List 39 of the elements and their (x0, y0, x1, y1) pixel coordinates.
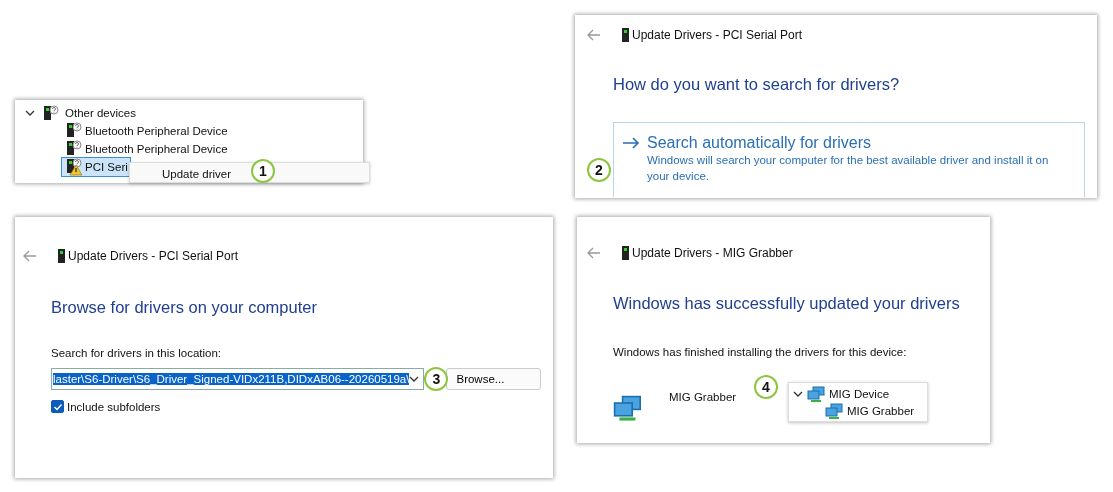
back-arrow-icon (587, 247, 601, 259)
page-heading: Windows has successfully updated your drivers (613, 294, 961, 313)
device-icon (619, 245, 629, 261)
tree-item[interactable]: MIG Device (829, 387, 890, 400)
network-adapter-icon (807, 385, 825, 402)
browse-button[interactable]: Browse... (446, 368, 541, 390)
field-label: Search for drivers in this location: (51, 347, 223, 359)
page-heading: How do you want to search for drivers? (613, 75, 901, 94)
menu-item[interactable]: Update driver (162, 168, 232, 180)
step-number-badge: 4 (754, 375, 778, 399)
tree-item[interactable]: MIG Grabber (847, 404, 915, 417)
page-heading: Browse for drivers on your computer (51, 298, 318, 317)
tree-item[interactable]: Bluetooth Peripheral Device (61, 121, 231, 141)
checkbox-label: Include subfolders (67, 400, 161, 413)
step-number-badge: 3 (424, 367, 449, 391)
window-title: Update Drivers - PCI Serial Port (68, 249, 239, 263)
network-adapter-icon (825, 402, 843, 419)
tree-item[interactable]: PCI Seri (61, 157, 131, 177)
path-combobox[interactable]: laster\S6-Driver\S6_Driver_Signed-VIDx211B,DIDxAB06--20260519a\ (51, 368, 425, 390)
option-description: Windows will search your computer for the best available driver and install it on your device. (647, 153, 1050, 184)
device-icon (619, 27, 629, 43)
device-name: MIG Grabber (669, 391, 738, 403)
tree-item[interactable]: Bluetooth Peripheral Device (61, 139, 231, 159)
window-title: Update Drivers - MIG Grabber (632, 246, 793, 260)
chevron-down-icon (409, 374, 420, 384)
option-title: Search automatically for drivers (647, 134, 872, 152)
unknown-device-icon (41, 105, 59, 121)
option-card[interactable]: Search automatically for drivers Windows will search your computer for the best available driver and install it on your device. (613, 122, 1085, 197)
network-adapter-icon (613, 395, 643, 421)
message-text: Windows has finished installing the drivers for this device: (613, 346, 908, 358)
device-icon (55, 248, 65, 264)
back-arrow-icon (23, 250, 37, 262)
arrow-right-icon (622, 137, 640, 149)
step-number-badge: 2 (587, 158, 611, 182)
window-title: Update Drivers - PCI Serial Port (632, 28, 803, 42)
step-number-badge: 1 (251, 159, 275, 183)
tree-item[interactable]: Other devices (65, 107, 136, 119)
checkbox[interactable] (51, 400, 64, 413)
back-arrow-icon (587, 29, 601, 41)
